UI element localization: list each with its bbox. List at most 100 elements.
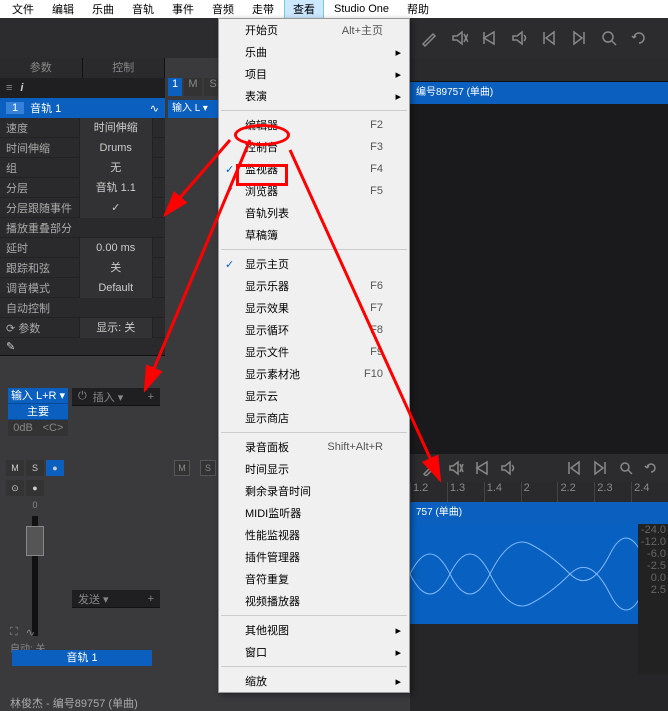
skip-fwd-icon[interactable] xyxy=(592,460,608,476)
arrangement-area[interactable] xyxy=(410,104,668,454)
menuitem-开始页[interactable]: 开始页Alt+主页 xyxy=(219,19,409,41)
pencil2-icon[interactable] xyxy=(422,460,438,476)
send-header[interactable]: 发送 ▾ + xyxy=(72,590,160,608)
tab-control[interactable]: 控制 xyxy=(83,58,166,78)
insert-header[interactable]: ⏻ 插入 ▾ + xyxy=(72,388,160,406)
menu-音频[interactable]: 音频 xyxy=(204,0,242,19)
loop-icon[interactable] xyxy=(630,29,648,47)
track-name: 音轨 1 xyxy=(30,100,61,116)
menuitem-窗口[interactable]: 窗口▸ xyxy=(219,641,409,663)
menuitem-MIDI监听器[interactable]: MIDI监听器 xyxy=(219,502,409,524)
prop-播放重叠部分[interactable]: 播放重叠部分 xyxy=(0,218,165,238)
menuitem-显示商店[interactable]: 显示商店 xyxy=(219,407,409,429)
gain-value[interactable]: 0dB xyxy=(8,420,38,436)
prev-icon[interactable] xyxy=(540,29,558,47)
timeline-ruler[interactable] xyxy=(410,58,668,82)
monitor-button[interactable]: ⊙ xyxy=(6,480,24,496)
trim-start-icon[interactable] xyxy=(480,29,498,47)
menu-文件[interactable]: 文件 xyxy=(4,0,42,19)
menuitem-显示效果[interactable]: 显示效果F7 xyxy=(219,297,409,319)
skip-back-icon[interactable] xyxy=(566,460,582,476)
bottom-track-label[interactable]: 音轨 1 xyxy=(12,650,152,666)
menu-音轨[interactable]: 音轨 xyxy=(124,0,162,19)
speaker-icon[interactable] xyxy=(510,29,528,47)
zoom-icon[interactable] xyxy=(600,29,618,47)
menuitem-草稿簿[interactable]: 草稿簿 xyxy=(219,224,409,246)
next-icon[interactable] xyxy=(570,29,588,47)
audio-clip-2[interactable]: 757 (单曲) xyxy=(410,502,668,524)
add-send-icon[interactable]: + xyxy=(148,593,154,605)
menu-帮助[interactable]: 帮助 xyxy=(399,0,437,19)
prop-分层[interactable]: 分层音轨 1.1 xyxy=(0,178,165,198)
menuitem-视频播放器[interactable]: 视频播放器 xyxy=(219,590,409,612)
listen-button[interactable]: ● xyxy=(46,460,64,476)
menuitem-显示云[interactable]: 显示云 xyxy=(219,385,409,407)
output-routing[interactable]: 主要 xyxy=(8,404,68,420)
menuitem-项目[interactable]: 项目▸ xyxy=(219,63,409,85)
menuitem-性能监视器[interactable]: 性能监视器 xyxy=(219,524,409,546)
menuitem-控制台[interactable]: 控制台F3 xyxy=(219,136,409,158)
edit-icon[interactable]: ✎ xyxy=(0,338,165,356)
expand-icon[interactable]: ⛶ xyxy=(10,626,18,639)
prop-延时[interactable]: 延时0.00 ms xyxy=(0,238,165,258)
loop2-icon[interactable] xyxy=(644,460,660,476)
add-insert-icon[interactable]: + xyxy=(148,391,154,403)
menu-查看[interactable]: 查看 xyxy=(284,0,324,20)
menuitem-显示素材池[interactable]: 显示素材池F10 xyxy=(219,363,409,385)
mute-icon[interactable] xyxy=(450,29,468,47)
prop-时间伸缩[interactable]: 时间伸缩Drums xyxy=(0,138,165,158)
menuitem-时间显示[interactable]: 时间显示 xyxy=(219,458,409,480)
info-icon[interactable]: i xyxy=(20,82,23,94)
menuitem-其他视图[interactable]: 其他视图▸ xyxy=(219,619,409,641)
audio-clip-1[interactable]: 编号89757 (单曲) xyxy=(410,82,668,104)
mid-track-num[interactable]: 1 xyxy=(168,78,182,96)
editor-ruler[interactable]: 1.21.31.422.22.32.4 xyxy=(410,482,668,502)
menuitem-音轨列表[interactable]: 音轨列表 xyxy=(219,202,409,224)
mute2-icon[interactable] xyxy=(448,460,464,476)
filename-label: 林俊杰 - 编号89757 (单曲) xyxy=(10,695,138,711)
menu-事件[interactable]: 事件 xyxy=(164,0,202,19)
prop-速度[interactable]: 速度时间伸缩 xyxy=(0,118,165,138)
prop-组[interactable]: 组无 xyxy=(0,158,165,178)
mid-solo-btn[interactable]: S xyxy=(200,460,216,476)
menu-走带[interactable]: 走带 xyxy=(244,0,282,19)
prop-分层跟随事件[interactable]: 分层跟随事件✓ xyxy=(0,198,165,218)
zoom2-icon[interactable] xyxy=(618,460,634,476)
prop-自动控制[interactable]: 自动控制 xyxy=(0,298,165,318)
trim2-icon[interactable] xyxy=(474,460,490,476)
power-icon[interactable]: ⏻ xyxy=(78,390,87,403)
menu-乐曲[interactable]: 乐曲 xyxy=(84,0,122,19)
pencil-icon[interactable] xyxy=(420,29,438,47)
menuitem-音符重复[interactable]: 音符重复 xyxy=(219,568,409,590)
menuitem-乐曲[interactable]: 乐曲▸ xyxy=(219,41,409,63)
menuitem-编辑器[interactable]: 编辑器F2 xyxy=(219,114,409,136)
record-arm-button[interactable]: ● xyxy=(26,480,44,496)
menuitem-缩放[interactable]: 缩放▸ xyxy=(219,670,409,692)
track-header[interactable]: 1 音轨 1 ∿ xyxy=(0,98,165,118)
mid-mute[interactable]: M xyxy=(184,78,202,96)
menuitem-剩余录音时间[interactable]: 剩余录音时间 xyxy=(219,480,409,502)
input-routing[interactable]: 输入 L+R ▾ xyxy=(8,388,68,404)
menuitem-表演[interactable]: 表演▸ xyxy=(219,85,409,107)
prop-跟踪和弦[interactable]: 跟踪和弦关 xyxy=(0,258,165,278)
waveform-display[interactable] xyxy=(410,524,638,624)
pan-value[interactable]: <C> xyxy=(38,420,68,436)
menuitem-显示循环[interactable]: 显示循环F8 xyxy=(219,319,409,341)
mid-mute-btn[interactable]: M xyxy=(174,460,190,476)
menuitem-显示文件[interactable]: 显示文件F9 xyxy=(219,341,409,363)
menuitem-插件管理器[interactable]: 插件管理器 xyxy=(219,546,409,568)
volume-fader[interactable] xyxy=(32,516,38,636)
prop-调音模式[interactable]: 调音模式Default xyxy=(0,278,165,298)
solo-button[interactable]: S xyxy=(26,460,44,476)
menuitem-录音面板[interactable]: 录音面板Shift+Alt+R xyxy=(219,436,409,458)
menuitem-显示主页[interactable]: ✓显示主页 xyxy=(219,253,409,275)
menuitem-显示乐器[interactable]: 显示乐器F6 xyxy=(219,275,409,297)
speaker2-icon[interactable] xyxy=(500,460,516,476)
tab-params[interactable]: 参数 xyxy=(0,58,83,78)
prop-参数[interactable]: ⟳ 参数显示: 关 xyxy=(0,318,165,338)
list-icon[interactable]: ≡ xyxy=(6,82,12,94)
menu-Studio One[interactable]: Studio One xyxy=(326,1,397,17)
mute-button[interactable]: M xyxy=(6,460,24,476)
menu-编辑[interactable]: 编辑 xyxy=(44,0,82,19)
wave-small-icon[interactable]: ∿ xyxy=(26,626,35,639)
